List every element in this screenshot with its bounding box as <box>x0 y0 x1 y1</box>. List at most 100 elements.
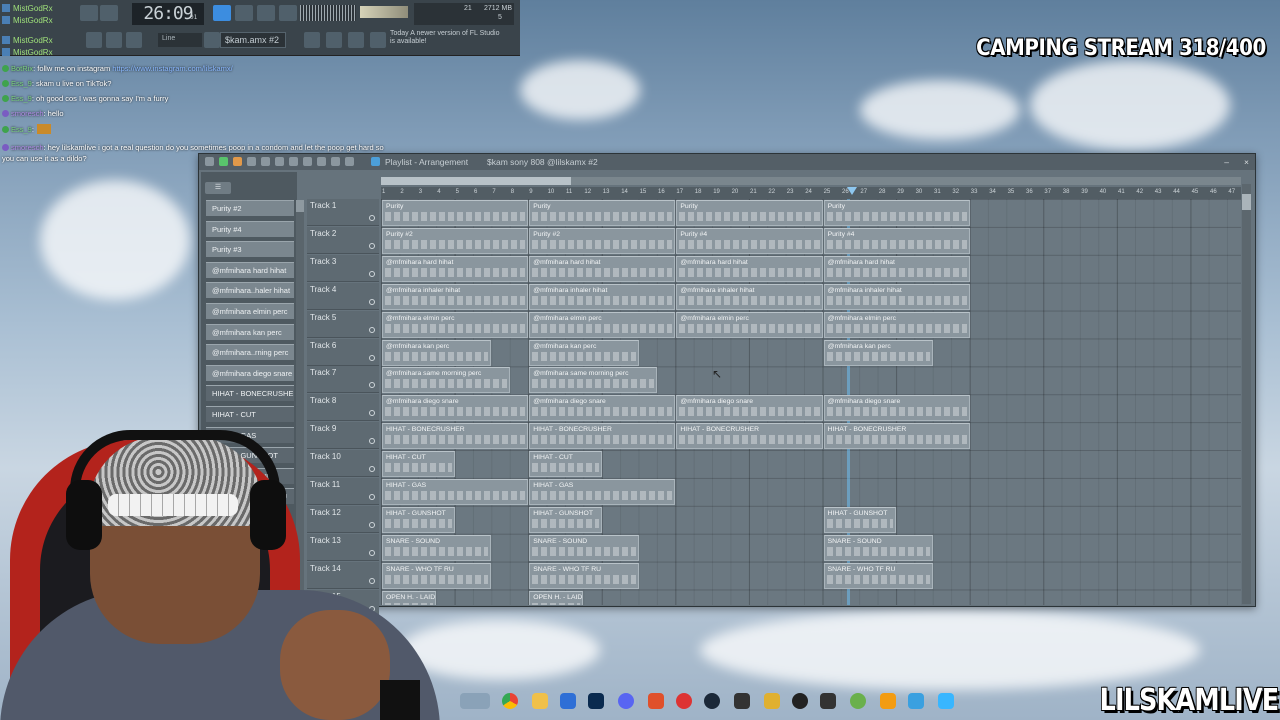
pattern-clip[interactable]: @mfmihara elmin perc <box>382 311 529 338</box>
pattern-clip[interactable]: SNARE - SOUND <box>823 534 933 561</box>
arrow-icon[interactable] <box>205 157 214 166</box>
picker-item[interactable]: Purity #4 <box>206 220 294 237</box>
track-header[interactable]: Track 7 <box>307 366 379 394</box>
pattern-clip[interactable]: @mfmihara inhaler hihat <box>382 283 529 310</box>
mute-icon[interactable] <box>275 157 284 166</box>
picker-item[interactable]: HIHAT - BONECRUSHER <box>206 385 294 402</box>
select-icon[interactable] <box>317 157 326 166</box>
picker-mode-button[interactable]: ☰ <box>205 182 231 194</box>
track-mute-toggle[interactable] <box>369 270 375 277</box>
track-mute-toggle[interactable] <box>369 382 375 389</box>
pattern-clip[interactable]: @mfmihara same morning perc <box>382 367 510 394</box>
pattern-clip[interactable]: SNARE - SOUND <box>529 534 639 561</box>
picker-item[interactable]: HIHAT - CUT <box>206 406 294 422</box>
track-header[interactable]: Track 6 <box>307 338 379 366</box>
pattern-clip[interactable]: HIHAT - BONECRUSHER <box>529 423 676 450</box>
track-header[interactable]: Track 5 <box>307 310 379 338</box>
picker-item[interactable]: Purity #2 <box>206 200 294 216</box>
app-icon[interactable] <box>764 693 780 709</box>
delete-icon[interactable] <box>261 157 270 166</box>
chrome-icon[interactable] <box>502 693 518 709</box>
pattern-clip[interactable]: Purity <box>676 200 823 226</box>
picker-item[interactable]: @mfmihara..haler hihat <box>206 282 294 299</box>
app-icon[interactable] <box>850 693 866 709</box>
online-button[interactable] <box>370 32 386 48</box>
track-mute-toggle[interactable] <box>369 326 375 333</box>
app-icon[interactable] <box>938 693 954 709</box>
pattern-clip[interactable]: @mfmihara diego snare <box>676 395 823 422</box>
playlist-titlebar[interactable]: Playlist - Arrangement $kam sony 808 @li… <box>199 154 1255 170</box>
pattern-clip[interactable]: @mfmihara inhaler hihat <box>823 283 970 310</box>
pattern-clip[interactable]: @mfmihara kan perc <box>823 339 933 366</box>
snap-select[interactable]: Line <box>158 33 202 47</box>
pattern-clip[interactable]: Purity <box>823 200 970 226</box>
folder-icon[interactable] <box>532 693 548 709</box>
brush-icon[interactable] <box>247 157 256 166</box>
pattern-clip[interactable]: @mfmihara kan perc <box>529 339 639 366</box>
pattern-clip[interactable]: HIHAT - GUNSHOT <box>823 506 897 533</box>
magnet-icon[interactable] <box>219 157 228 166</box>
pattern-clip[interactable]: @mfmihara diego snare <box>823 395 970 422</box>
play-button[interactable] <box>100 5 118 21</box>
master-volume-slider[interactable] <box>360 6 408 18</box>
track-header[interactable]: Track 3 <box>307 254 379 282</box>
picker-item[interactable]: @mfmihara diego snare <box>206 364 294 381</box>
pattern-clip[interactable]: @mfmihara elmin perc <box>676 311 823 338</box>
playlist-pattern[interactable]: $kam sony 808 @lilskamx #2 <box>487 154 598 170</box>
pattern-prev-button[interactable] <box>204 32 220 48</box>
pattern-clip[interactable]: @mfmihara hard hihat <box>823 255 970 282</box>
steam-icon[interactable] <box>704 693 720 709</box>
opera-icon[interactable] <box>676 693 692 709</box>
pattern-mode-button[interactable] <box>213 5 231 21</box>
pattern-clip[interactable]: SNARE - WHO TF RU <box>823 562 933 589</box>
discord-icon[interactable] <box>618 693 634 709</box>
pattern-clip[interactable]: HIHAT - GUNSHOT <box>529 506 602 533</box>
minimize-button[interactable]: – <box>1224 154 1229 170</box>
pattern-clip[interactable]: @mfmihara diego snare <box>529 395 676 422</box>
metronome-button[interactable] <box>86 32 102 48</box>
pattern-clip[interactable]: OPEN H. - LAID <box>529 590 584 605</box>
pattern-clip[interactable]: @mfmihara inhaler hihat <box>529 283 676 310</box>
pattern-clip[interactable]: HIHAT - CUT <box>529 451 602 478</box>
slice-icon[interactable] <box>303 157 312 166</box>
app-icon[interactable] <box>908 693 924 709</box>
picker-item[interactable]: @mfmihara elmin perc <box>206 303 294 319</box>
app-icon[interactable] <box>734 693 750 709</box>
horizontal-scrollbar[interactable] <box>381 177 1241 185</box>
tool-button[interactable] <box>326 32 342 48</box>
countdown-button[interactable] <box>126 32 142 48</box>
song-mode-button[interactable] <box>235 5 253 21</box>
channel-rack-button[interactable] <box>279 5 297 21</box>
pattern-clip[interactable]: Purity <box>529 200 676 226</box>
pattern-clip[interactable]: HIHAT - BONECRUSHER <box>676 423 823 450</box>
mixer-button[interactable] <box>257 5 275 21</box>
news-panel[interactable]: Today A newer version of FL Studio is av… <box>390 30 500 52</box>
track-header[interactable]: Track 2 <box>307 226 379 254</box>
playlist-grid[interactable]: Purity Purity Purity Purity Purity #2 Purity … <box>381 199 1241 605</box>
chat-link[interactable]: https://www.instagram.com/lilskamx/ <box>112 64 232 73</box>
pattern-clip[interactable]: @mfmihara hard hihat <box>529 255 676 282</box>
photoshop-icon[interactable] <box>588 693 604 709</box>
pencil-icon[interactable] <box>233 157 242 166</box>
pattern-clip[interactable]: Purity <box>382 200 529 226</box>
explorer-icon[interactable] <box>460 693 490 709</box>
slip-icon[interactable] <box>289 157 298 166</box>
pattern-clip[interactable]: @mfmihara hard hihat <box>676 255 823 282</box>
pattern-clip[interactable]: @mfmihara diego snare <box>382 395 529 422</box>
shift-button[interactable] <box>304 32 320 48</box>
timeline-ruler[interactable]: 1 2 3 4 5 6 7 8 9 10 11 12 13 14 15 16 17 18 19 20 21 22 23 24 2… <box>381 187 1241 199</box>
track-mute-toggle[interactable] <box>369 410 375 417</box>
record-button[interactable] <box>80 5 98 21</box>
pattern-select[interactable]: $kam.amx #2 <box>220 32 286 48</box>
tool-button[interactable] <box>348 32 364 48</box>
store-icon[interactable] <box>560 693 576 709</box>
app-icon[interactable] <box>792 693 808 709</box>
picker-item[interactable]: @mfmihara..rning perc <box>206 344 294 361</box>
pattern-clip[interactable]: HIHAT - GAS <box>529 479 676 505</box>
brave-icon[interactable] <box>648 693 664 709</box>
pattern-clip[interactable]: Purity #4 <box>823 227 970 254</box>
pattern-clip[interactable]: @mfmihara inhaler hihat <box>676 283 823 310</box>
close-button[interactable]: × <box>1244 154 1249 170</box>
zoom-icon[interactable] <box>331 157 340 166</box>
pattern-clip[interactable]: @mfmihara kan perc <box>382 339 492 366</box>
